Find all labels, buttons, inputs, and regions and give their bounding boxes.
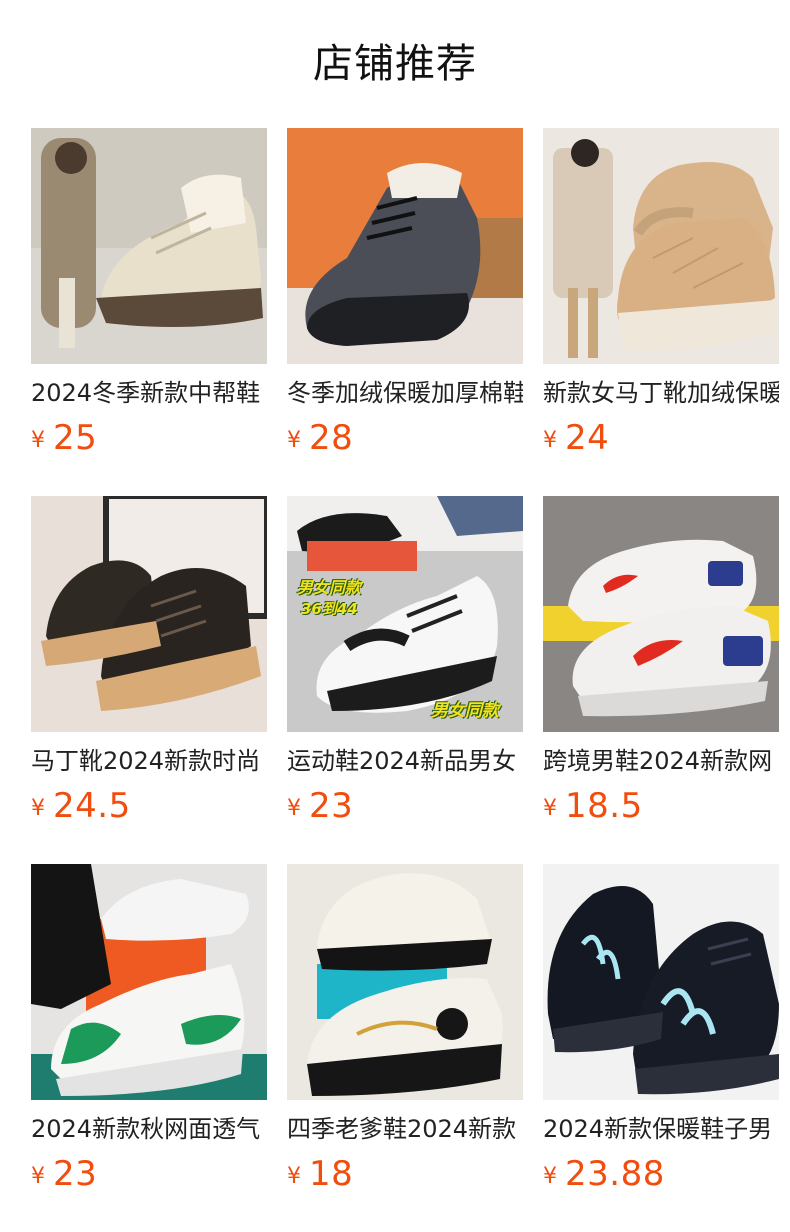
product-price: ¥25 (31, 418, 267, 458)
product-name[interactable]: 2024新款秋网面透气 (31, 1114, 267, 1144)
currency-symbol: ¥ (543, 428, 557, 453)
product-price: ¥18 (287, 1154, 523, 1194)
price-amount: 23 (53, 1154, 98, 1194)
product-price: ¥23 (31, 1154, 267, 1194)
currency-symbol: ¥ (287, 1164, 301, 1189)
price-amount: 23 (309, 786, 354, 826)
product-name[interactable]: 冬季加绒保暖加厚棉鞋 (287, 378, 523, 408)
product-name[interactable]: 2024新款保暖鞋子男 (543, 1114, 779, 1144)
promo-label: 36到44 (301, 600, 358, 618)
product-image-black-white-dad-shoes[interactable] (287, 864, 523, 1100)
promo-label: 男女同款 (297, 578, 362, 597)
product-price: ¥24 (543, 418, 779, 458)
product-card[interactable]: 2024冬季新款中帮鞋 ¥25 (31, 128, 267, 458)
product-image-beige-lined-boots[interactable] (31, 128, 267, 364)
product-card[interactable]: 新款女马丁靴加绒保暖 ¥24 (543, 128, 779, 458)
product-image-white-red-blue-sneakers[interactable] (543, 496, 779, 732)
price-amount: 25 (53, 418, 98, 458)
product-card[interactable]: 2024新款保暖鞋子男 ¥23.88 (543, 864, 779, 1194)
product-price: ¥23.88 (543, 1154, 779, 1194)
product-price: ¥18.5 (543, 786, 779, 826)
currency-symbol: ¥ (543, 796, 557, 821)
promo-label: 男女同款 (431, 701, 499, 721)
product-price: ¥24.5 (31, 786, 267, 826)
price-amount: 24.5 (53, 786, 131, 826)
product-image-white-sport-shoe[interactable]: 男女同款 36到44 男女同款 (287, 496, 523, 732)
price-amount: 18 (309, 1154, 354, 1194)
product-image-black-martin-boots[interactable] (31, 496, 267, 732)
product-price: ¥23 (287, 786, 523, 826)
product-name[interactable]: 2024冬季新款中帮鞋 (31, 378, 267, 408)
product-card[interactable]: 男女同款 36到44 男女同款 运动鞋2024新品男女 ¥23 (287, 496, 523, 826)
price-amount: 18.5 (565, 786, 643, 826)
product-image-quilted-snow-boots[interactable] (543, 128, 779, 364)
price-amount: 28 (309, 418, 354, 458)
product-card[interactable]: 马丁靴2024新款时尚 ¥24.5 (31, 496, 267, 826)
section-title: 店铺推荐 (313, 41, 477, 87)
product-name[interactable]: 运动鞋2024新品男女 (287, 746, 523, 776)
product-price: ¥28 (287, 418, 523, 458)
currency-symbol: ¥ (287, 796, 301, 821)
currency-symbol: ¥ (31, 796, 45, 821)
product-image-black-knit-runners[interactable] (543, 864, 779, 1100)
product-card[interactable]: 2024新款秋网面透气 ¥23 (31, 864, 267, 1194)
product-name[interactable]: 新款女马丁靴加绒保暖 (543, 378, 779, 408)
product-name[interactable]: 马丁靴2024新款时尚 (31, 746, 267, 776)
product-card[interactable]: 冬季加绒保暖加厚棉鞋 ¥28 (287, 128, 523, 458)
currency-symbol: ¥ (543, 1164, 557, 1189)
currency-symbol: ¥ (31, 428, 45, 453)
currency-symbol: ¥ (287, 428, 301, 453)
product-name[interactable]: 跨境男鞋2024新款网 (543, 746, 779, 776)
product-name[interactable]: 四季老爹鞋2024新款 (287, 1114, 523, 1144)
product-card[interactable]: 四季老爹鞋2024新款 ¥18 (287, 864, 523, 1194)
product-card[interactable]: 跨境男鞋2024新款网 ¥18.5 (543, 496, 779, 826)
currency-symbol: ¥ (31, 1164, 45, 1189)
product-image-dark-lined-sneaker[interactable] (287, 128, 523, 364)
product-image-green-white-mesh-shoe[interactable] (31, 864, 267, 1100)
price-amount: 24 (565, 418, 610, 458)
price-amount: 23.88 (565, 1154, 665, 1194)
